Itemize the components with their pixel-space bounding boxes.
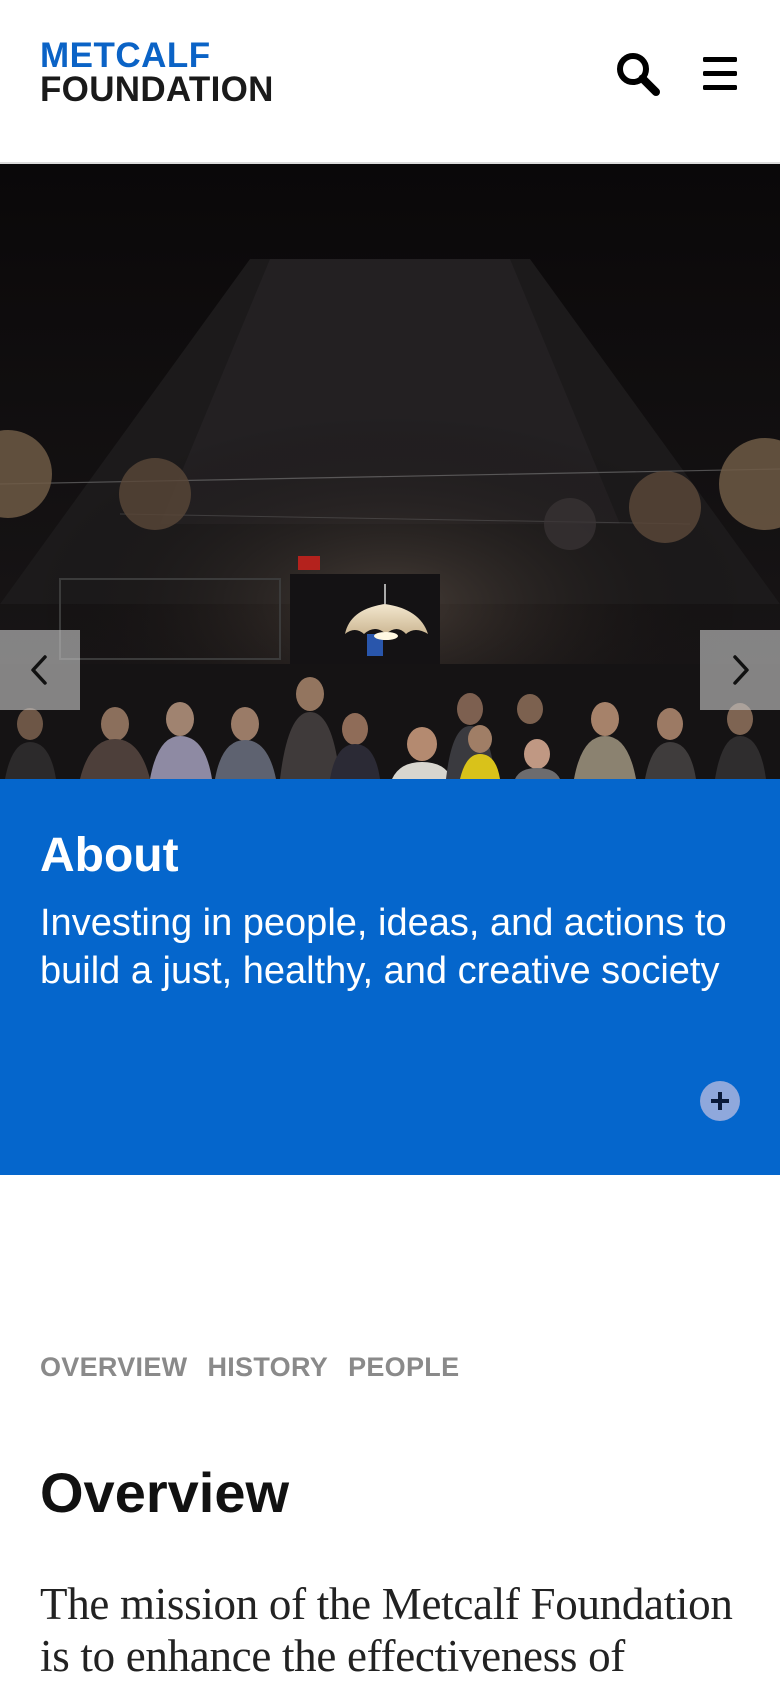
menu-button[interactable] xyxy=(700,54,740,94)
subnav-item-overview[interactable]: OVERVIEW xyxy=(40,1352,187,1383)
search-icon xyxy=(617,53,660,96)
logo-text-metcalf: METCALF xyxy=(40,36,211,75)
about-title: About xyxy=(40,829,179,882)
carousel-next-button[interactable] xyxy=(700,630,780,710)
metcalf-foundation-logo[interactable]: METCALF FOUNDATION xyxy=(40,38,274,107)
chevron-left-icon xyxy=(31,655,47,685)
about-tagline: Investing in people, ideas, and actions … xyxy=(40,902,727,992)
search-button[interactable] xyxy=(614,50,662,98)
site-header: METCALF FOUNDATION xyxy=(0,0,780,164)
expand-button[interactable] xyxy=(700,1081,740,1121)
carousel-prev-button[interactable] xyxy=(0,630,80,710)
hamburger-menu-icon xyxy=(703,57,737,90)
logo-text-foundation: FOUNDATION xyxy=(40,70,274,109)
hero-carousel xyxy=(0,164,780,779)
overview-heading: Overview xyxy=(40,1461,290,1524)
overview-body-text: The mission of the Metcalf Foundation is… xyxy=(40,1579,733,1681)
plus-icon xyxy=(711,1092,729,1110)
section-subnav: OVERVIEW HISTORY PEOPLE xyxy=(40,1352,459,1383)
about-banner: About Investing in people, ideas, and ac… xyxy=(0,779,780,1175)
subnav-item-people[interactable]: PEOPLE xyxy=(348,1352,459,1383)
chevron-right-icon xyxy=(733,655,749,685)
hero-image xyxy=(0,164,780,779)
subnav-item-history[interactable]: HISTORY xyxy=(207,1352,328,1383)
